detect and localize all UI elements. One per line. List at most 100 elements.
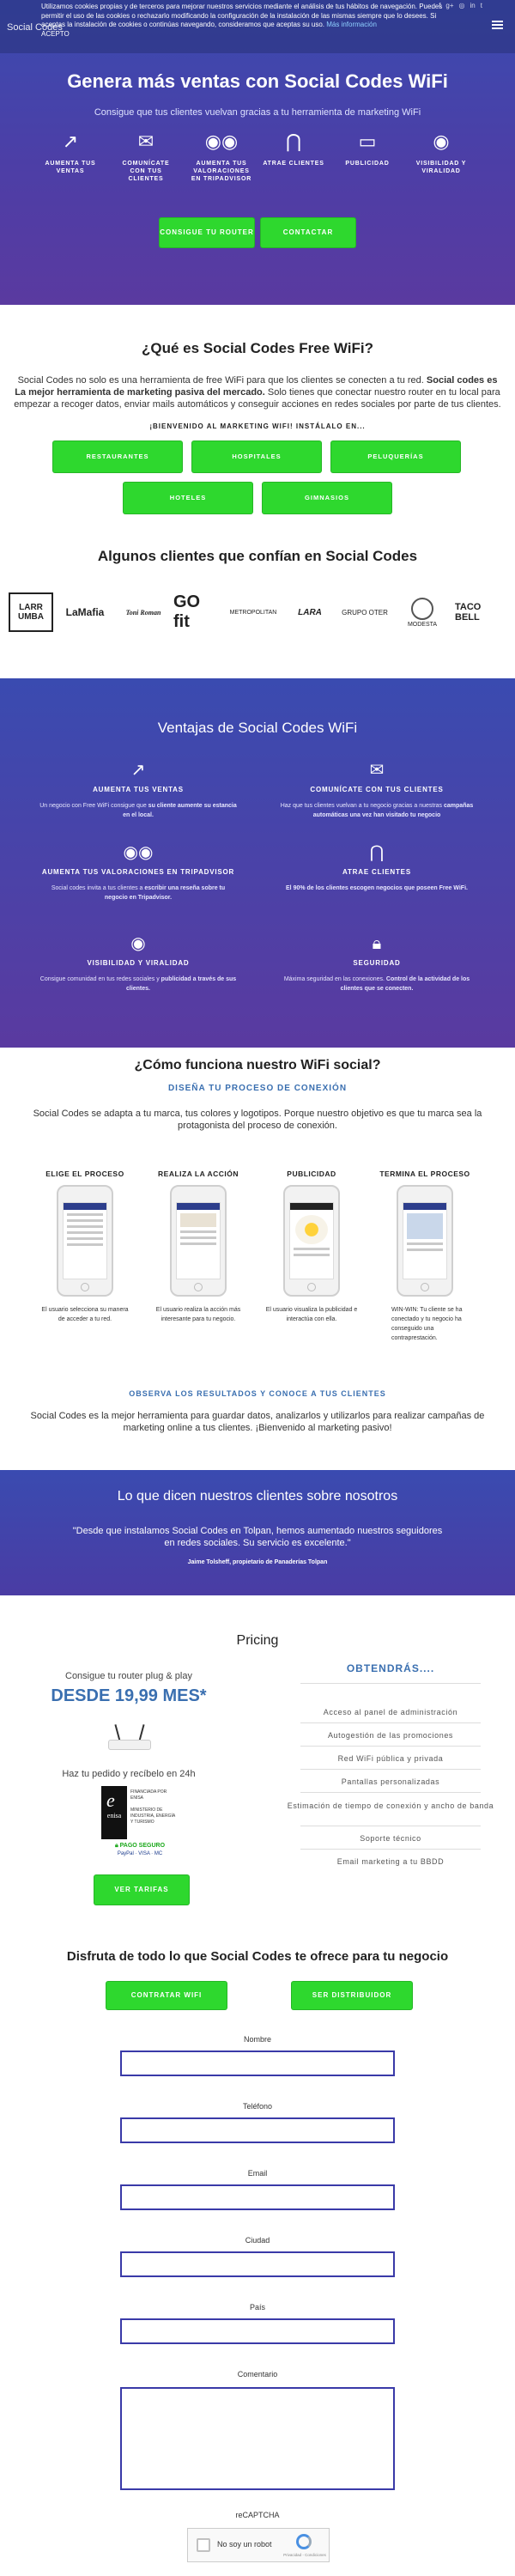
cookie-more-link[interactable]: Más información	[326, 21, 377, 28]
advantage-visibility: ◉ VISIBILIDAD Y VIRALIDAD Consigue comunid…	[39, 934, 237, 992]
recaptcha-logo-icon	[296, 2534, 312, 2549]
step-finish: TERMINA EL PROCESO WIN-WIN: Tu cliente s…	[379, 1170, 470, 1341]
hero-subtitle: Consigue que tus clientes vuelvan gracia…	[94, 107, 421, 118]
category-hotels[interactable]: HOTELES	[124, 483, 252, 513]
step-choose: ELIGE EL PROCESO El usuario selecciona s…	[41, 1170, 129, 1322]
client-logo-gofit: GO fit	[173, 592, 201, 631]
testimonials-section: Lo que dicen nuestros clientes sobre nos…	[0, 1470, 515, 1595]
client-logo-toniroman: Toni Roman	[125, 608, 161, 617]
captcha-check-label: No soy un robot	[217, 2540, 272, 2549]
social-links: f g+ ◎ in t	[439, 2, 482, 9]
enisa-badge: e enisa FINANCIADA POR ENISA MINISTERIO DE…	[101, 1786, 179, 1839]
contact-title: Disfruta de todo lo que Social Codes te …	[66, 1949, 449, 1964]
email-field[interactable]	[120, 2184, 395, 2210]
phone-mockup	[283, 1185, 340, 1297]
include-item: Acceso al panel de administración	[323, 1708, 458, 1716]
eye-icon: ◉	[433, 131, 450, 152]
advantage-attract: ⋂ ATRAE CLIENTES El 90% de los clientes e…	[278, 843, 476, 893]
growth-icon: ↗	[130, 761, 146, 780]
testimonial-quote: "Desde que instalamos Social Codes en To…	[72, 1526, 443, 1548]
lock-icon: 🔒︎	[114, 1843, 118, 1849]
facebook-icon[interactable]: f	[439, 2, 440, 9]
feature-tripadvisor: ◉◉ AUMENTA TUS VALORACIONES EN TRIPADVISO…	[191, 131, 252, 182]
pricing-title: Pricing	[236, 1633, 279, 1648]
includes-title: OBTENDRÁS....	[346, 1662, 435, 1674]
enisa-logo: e enisa	[101, 1786, 127, 1839]
step-advertising: PUBLICIDAD El usuario visualiza la publi…	[265, 1170, 358, 1322]
contract-wifi-button[interactable]: CONTRATAR WIFI	[106, 1982, 227, 2009]
megaphone-icon: ▭	[358, 131, 377, 152]
how-text: Social Codes se adapta a tu marca, tus c…	[33, 1109, 482, 1131]
captcha-checkbox[interactable]	[197, 2538, 210, 2552]
mail-icon: ✉	[137, 131, 154, 152]
cookie-banner: Utilizamos cookies propias y de terceros…	[0, 0, 515, 53]
country-field[interactable]	[120, 2318, 395, 2344]
enisa-text: FINANCIADA POR ENISA	[130, 1789, 167, 1801]
phone-mockup	[170, 1185, 227, 1297]
menu-icon[interactable]	[492, 21, 503, 29]
lock-icon: 🔒︎	[372, 934, 382, 953]
client-logo-grupo-oter: GRUPO OTER	[342, 608, 388, 617]
hero-title: Genera más ventas con Social Codes WiFi	[67, 70, 448, 92]
contact-button[interactable]: CONTACTAR	[261, 218, 355, 247]
feature-communicate: ✉ COMUNÍCATE CON TUS CLIENTES	[115, 131, 177, 183]
about-title: ¿Qué es Social Codes Free WiFi?	[141, 340, 374, 356]
testimonial-author: Jaime Tolsheff, propietario de Panadería…	[187, 1559, 328, 1565]
phone-field[interactable]	[120, 2117, 395, 2143]
results-text: Social Codes es la mejor herramienta par…	[30, 1411, 485, 1433]
brand-logo[interactable]: Social Codes	[7, 22, 63, 33]
delivery-text: Haz tu pedido y recíbelo en 24h	[62, 1769, 196, 1779]
comment-field[interactable]	[120, 2387, 395, 2490]
feature-advertising: ▭ PUBLICIDAD	[336, 131, 398, 167]
linkedin-icon[interactable]: in	[470, 2, 476, 9]
become-distributor-button[interactable]: SER DISTRIBUIDOR	[292, 1982, 412, 2009]
feature-visibility: ◉ VISIBILIDAD Y VIRALIDAD	[410, 131, 472, 175]
client-logo-lara: LARA	[298, 607, 322, 617]
category-hairdressers[interactable]: PELUQUERÍAS	[331, 441, 460, 472]
payment-methods: PayPal · VISA · MC	[117, 1851, 163, 1856]
advantage-tripadvisor: ◉◉ AUMENTA TUS VALORACIONES EN TRIPADVISO…	[39, 843, 237, 902]
client-logo-metropolitan: METROPOLITAN	[229, 609, 277, 616]
testimonials-title: Lo que dicen nuestros clientes sobre nos…	[117, 1489, 398, 1504]
name-field[interactable]	[120, 2050, 395, 2076]
category-hospitals[interactable]: HOSPITALES	[192, 441, 321, 472]
category-gyms[interactable]: GIMNASIOS	[263, 483, 391, 513]
modesta-emblem-icon	[411, 597, 433, 620]
results-title: OBSERVA LOS RESULTADOS Y CONOCE A TUS CL…	[129, 1389, 386, 1398]
enisa-subtext: MINISTERIO DE INDUSTRIA, ENERGÍA Y TURIS…	[130, 1807, 175, 1825]
phone-mockup	[57, 1185, 113, 1297]
twitter-icon[interactable]: t	[481, 2, 482, 9]
email-label: Email	[247, 2169, 268, 2178]
instagram-icon[interactable]: ◎	[459, 2, 465, 9]
router-image	[108, 1724, 151, 1755]
get-router-button[interactable]: CONSIGUE TU ROUTER	[160, 218, 254, 247]
secure-payment: 🔒︎ PAGO SEGURO PayPal · VISA · MC	[101, 1843, 179, 1856]
category-restaurants[interactable]: RESTAURANTES	[53, 441, 182, 472]
advantage-sales: ↗ AUMENTA TUS VENTAS Un negocio con Free W…	[39, 761, 237, 818]
tripadvisor-icon: ◉◉	[204, 131, 239, 152]
city-field[interactable]	[120, 2251, 395, 2277]
step-action: REALIZA LA ACCIÓN El usuario realiza la …	[155, 1170, 241, 1322]
price: DESDE 19,99 MES*	[51, 1686, 207, 1705]
name-label: Nombre	[243, 2035, 271, 2044]
city-label: Ciudad	[245, 2236, 270, 2245]
hero-section: Utilizamos cookies propias y de terceros…	[0, 0, 515, 305]
clients-title: Algunos clientes que confían en Social C…	[97, 548, 418, 564]
captcha-label: reCAPTCHA	[235, 2511, 280, 2519]
comment-label: Comentario	[237, 2370, 278, 2379]
magnet-icon: ⋂	[369, 843, 385, 862]
phone-mockup	[397, 1185, 453, 1297]
client-logo-modesta: MODESTA	[403, 592, 441, 632]
google-plus-icon[interactable]: g+	[445, 2, 453, 9]
mail-icon: ✉	[369, 761, 385, 780]
include-item: Red WiFi pública y privada	[337, 1754, 444, 1763]
client-logo-lamafia: LaMafia	[65, 606, 105, 618]
include-item: Email marketing a tu BBDD	[336, 1857, 445, 1866]
view-rates-button[interactable]: VER TARIFAS	[94, 1875, 189, 1905]
how-subtitle: DISEÑA TU PROCESO DE CONEXIÓN	[167, 1084, 348, 1093]
advantages-section: Ventajas de Social Codes WiFi ↗ AUMENTA T…	[0, 678, 515, 1048]
about-text: Social Codes no solo es una herramienta …	[14, 375, 501, 410]
install-heading: ¡BIENVENIDO AL MARKETING WIFI! INSTÁLALO…	[149, 422, 366, 430]
router-text: Consigue tu router plug & play	[65, 1671, 192, 1681]
magnet-icon: ⋂	[285, 131, 302, 152]
